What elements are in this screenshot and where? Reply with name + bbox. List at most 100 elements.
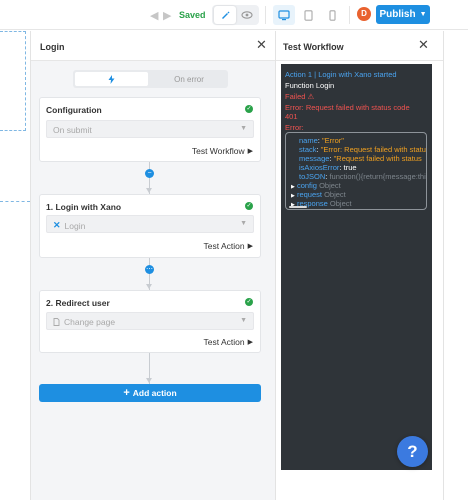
add-action-button[interactable]: + Add action (39, 384, 261, 402)
test-console[interactable]: Action 1 | Login with Xano started Funct… (281, 64, 432, 470)
warning-icon: ⚠ (307, 92, 315, 101)
prop-value: "Error: Request failed with status (320, 145, 427, 154)
desktop-view-button[interactable] (273, 5, 295, 25)
horizontal-scrollbar[interactable] (289, 206, 307, 208)
trigger-select[interactable]: On submit ▼ (46, 120, 254, 138)
check-icon: ✓ (245, 105, 253, 113)
avatar[interactable]: D (357, 7, 371, 21)
select-value: Change page (64, 317, 116, 327)
prop-key: toJSON (299, 172, 326, 181)
tab-on-error[interactable]: On error (150, 70, 228, 88)
prop-key: request (296, 190, 322, 199)
arrow-down-icon (146, 284, 152, 289)
prop-value: "Error" (321, 136, 344, 145)
lightning-icon (108, 74, 115, 84)
publish-label: Publish (379, 9, 416, 20)
page-icon (53, 318, 60, 326)
toolbar-divider (265, 6, 266, 24)
check-icon: ✓ (245, 298, 253, 306)
close-icon[interactable]: ✕ (256, 38, 267, 51)
select-value: On submit (53, 125, 92, 135)
prop-key: isAxiosError (299, 163, 340, 172)
card-title: Configuration (46, 105, 102, 115)
mobile-view-button[interactable] (321, 5, 343, 25)
canvas-guide-line (0, 201, 30, 202)
preview-mode-button[interactable] (236, 6, 258, 24)
test-workflow-button[interactable]: Test Workflow ▶ (192, 146, 253, 156)
mobile-icon (328, 9, 336, 21)
arrow-down-icon (146, 378, 152, 383)
test-workflow-header: Test Workflow ✕ (276, 31, 443, 61)
plus-icon: + (123, 387, 130, 399)
play-icon: ▶ (247, 243, 253, 250)
configuration-card: Configuration ✓ On submit ▼ Test Workflo… (39, 97, 261, 162)
xano-icon: ✕ (53, 220, 61, 230)
close-icon[interactable]: ✕ (418, 38, 429, 51)
editor-canvas[interactable] (0, 31, 30, 500)
caret-down-icon: ▼ (240, 220, 247, 227)
save-status: Saved (179, 10, 206, 20)
desktop-icon (278, 9, 290, 20)
workflow-panel-title: Login (40, 42, 65, 52)
workflow-panel-header: Login ✕ (31, 31, 275, 61)
publish-button[interactable]: Publish ▼ (376, 5, 430, 24)
tab-trigger[interactable] (75, 72, 148, 86)
card-title: 1. Login with Xano (46, 202, 122, 212)
test-action-label: Test Action (203, 241, 245, 251)
tablet-icon (303, 9, 313, 21)
workflow-panel: Login ✕ On error Configuration ✓ On subm… (30, 31, 276, 500)
action-select[interactable]: Change page ▼ (46, 312, 254, 330)
chevron-down-icon: ▼ (419, 11, 427, 18)
prop-key: message (299, 154, 330, 163)
failed-label: Failed (285, 92, 306, 101)
prop-value: Object (329, 199, 352, 208)
console-line: 401 (285, 112, 298, 121)
test-workflow-title: Test Workflow (283, 42, 344, 52)
top-toolbar: ◀ ▶ Saved D Publish ▼ (0, 0, 468, 30)
card-title: 2. Redirect user (46, 298, 110, 308)
console-line: Function Login (285, 81, 335, 90)
right-gutter (444, 31, 468, 500)
pencil-icon (222, 11, 230, 19)
redo-icon[interactable]: ▶ (163, 9, 171, 22)
add-step-icon[interactable]: ⋯ (145, 265, 154, 274)
console-line: Error: Request failed with status code (285, 103, 410, 112)
action-card-login: 1. Login with Xano ✓ ✕ Login ▼ Test Acti… (39, 194, 261, 258)
add-step-icon[interactable]: − (145, 169, 154, 178)
mode-switcher (212, 5, 259, 25)
arrow-down-icon (146, 188, 152, 193)
console-line: Failed ⚠ (285, 92, 314, 102)
test-action-button[interactable]: Test Action ▶ (204, 337, 254, 347)
prop-key: config (296, 181, 317, 190)
device-switcher (273, 5, 345, 25)
test-action-button[interactable]: Test Action ▶ (204, 241, 254, 251)
test-workflow-panel: Test Workflow ✕ Action 1 | Login with Xa… (276, 31, 444, 500)
edit-mode-button[interactable] (214, 6, 236, 24)
caret-down-icon: ▼ (240, 125, 247, 132)
eye-icon (241, 11, 253, 19)
prop-value: "Request failed with status (333, 154, 422, 163)
toolbar-divider (349, 6, 350, 24)
help-button[interactable]: ? (397, 436, 428, 467)
play-icon: ▶ (247, 148, 253, 155)
error-prop-expandable[interactable]: ▶ response Object (291, 199, 352, 209)
prop-value: function(){return{message:this (329, 172, 427, 181)
prop-value: Object (319, 181, 341, 190)
test-workflow-label: Test Workflow (191, 146, 245, 156)
caret-down-icon: ▼ (240, 317, 247, 324)
add-action-label: Add action (132, 388, 177, 398)
prop-key: stack (299, 145, 317, 154)
select-value: Login (64, 220, 86, 231)
prop-key: name (299, 136, 318, 145)
action-select[interactable]: ✕ Login ▼ (46, 215, 254, 233)
error-object-view: name: "Error" stack: "Error: Request fai… (285, 132, 427, 210)
prop-value: Object (324, 190, 346, 199)
console-line: Action 1 | Login with Xano started (285, 70, 397, 79)
undo-icon[interactable]: ◀ (150, 9, 158, 22)
check-icon: ✓ (245, 202, 253, 210)
selected-element-outline (0, 31, 26, 131)
trigger-toggle: On error (73, 70, 228, 88)
test-action-label: Test Action (203, 337, 245, 347)
action-card-redirect: 2. Redirect user ✓ Change page ▼ Test Ac… (39, 290, 261, 353)
tablet-view-button[interactable] (297, 5, 319, 25)
